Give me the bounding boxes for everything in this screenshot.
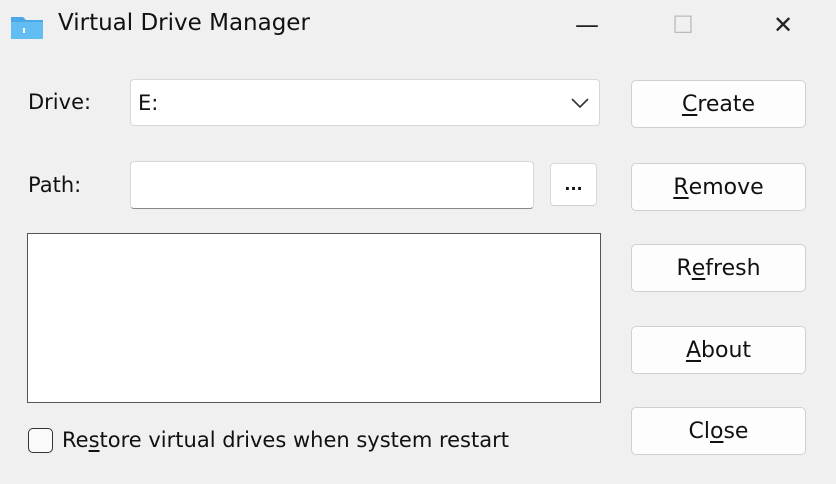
browse-button[interactable]: ... — [550, 163, 597, 206]
restore-label[interactable]: Restore virtual drives when system resta… — [62, 428, 509, 452]
folder-icon — [11, 17, 43, 39]
chevron-down-icon — [571, 98, 589, 109]
about-button[interactable]: About — [631, 326, 806, 374]
close-button[interactable]: Cl o se — [631, 407, 806, 455]
remove-button[interactable]: Remove — [631, 163, 806, 211]
minimize-button[interactable]: — — [562, 8, 612, 42]
path-label: Path: — [28, 173, 82, 197]
path-input[interactable] — [130, 161, 534, 209]
create-button[interactable]: Create — [631, 80, 806, 128]
window-title: Virtual Drive Manager — [58, 10, 310, 36]
drive-select[interactable]: E: — [130, 79, 600, 126]
drive-list[interactable] — [27, 233, 601, 403]
drive-value: E: — [138, 91, 159, 115]
restore-checkbox[interactable] — [28, 428, 53, 453]
drive-label: Drive: — [28, 90, 92, 114]
maximize-button[interactable]: ☐ — [658, 8, 708, 42]
close-window-button[interactable]: ✕ — [758, 8, 808, 42]
refresh-button[interactable]: Re fresh — [631, 244, 806, 292]
